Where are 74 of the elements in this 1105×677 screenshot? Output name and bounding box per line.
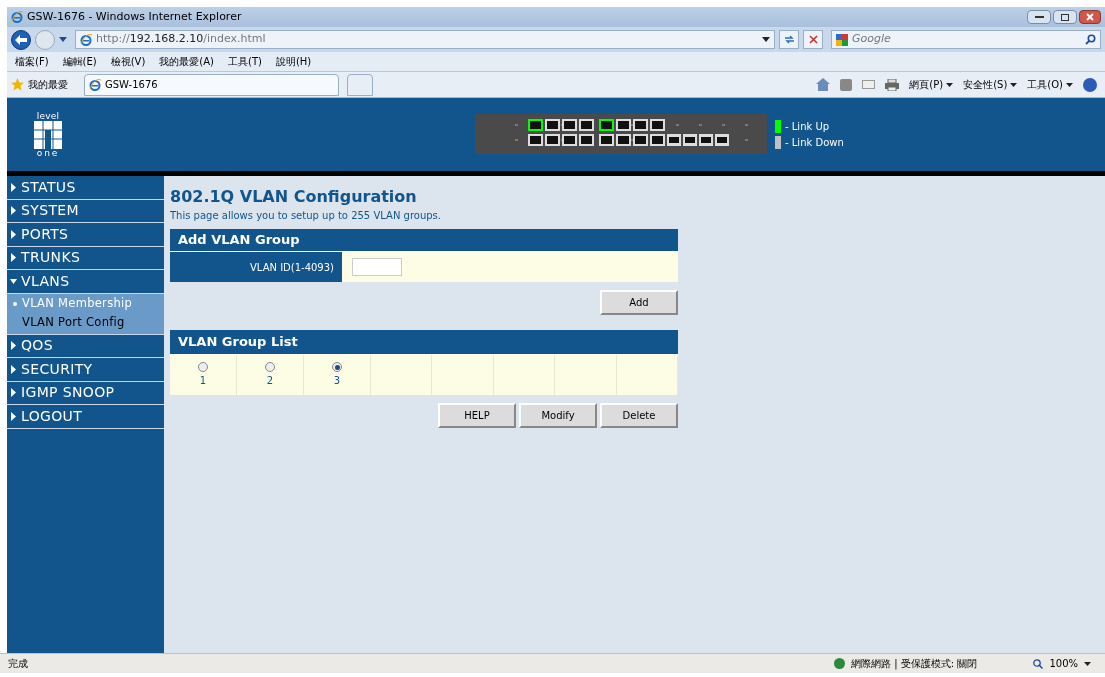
group-number: 3 [333, 374, 341, 388]
search-field[interactable]: Google [831, 30, 1101, 49]
group-number: 1 [199, 374, 207, 388]
url-text: http://192.168.2.10/index.html [96, 31, 266, 48]
menu-item[interactable]: 檔案(F) [15, 54, 49, 69]
zoom-icon[interactable] [1033, 658, 1044, 669]
add-button[interactable]: Add [600, 290, 678, 315]
menu-item[interactable]: 說明(H) [275, 54, 312, 69]
page-title: 802.1Q VLAN Configuration [170, 186, 418, 208]
caret-icon [10, 388, 17, 398]
bullet-icon [13, 302, 17, 306]
command-menu[interactable]: 安全性(S) [963, 77, 1008, 92]
address-field[interactable]: http://192.168.2.10/index.html [75, 30, 775, 49]
vlan-id-input[interactable] [352, 258, 402, 276]
menu-item[interactable]: 工具(T) [228, 54, 262, 69]
logo: level one [33, 111, 63, 158]
radio-button[interactable] [332, 362, 342, 372]
close-icon [1086, 13, 1094, 21]
caret-icon [10, 182, 17, 192]
caret-icon [10, 411, 17, 421]
caret-icon[interactable] [1066, 82, 1073, 87]
field-label: VLAN ID(1-4093) [170, 252, 342, 282]
caret-icon [10, 341, 17, 351]
browser-logo-icon [80, 33, 92, 46]
caret-icon[interactable] [1084, 661, 1091, 666]
browser-tab[interactable]: GSW-1676 [84, 73, 339, 96]
close-button[interactable] [1079, 10, 1101, 24]
zoom-level[interactable]: 100% [1049, 656, 1078, 671]
minimize-button[interactable] [1027, 10, 1051, 24]
refresh-icon [783, 35, 795, 44]
home-icon[interactable] [816, 78, 831, 91]
security-zone: 網際網路 | 受保護模式: 關閉 [851, 657, 978, 671]
caret-icon [10, 253, 17, 263]
page-description: This page allows you to setup up to 255 VLAN groups. [170, 209, 442, 223]
caret-icon [10, 206, 17, 216]
browser-logo-icon [11, 11, 23, 23]
command-menu[interactable]: 工具(O) [1027, 77, 1063, 92]
sidebar-subitem[interactable]: VLAN Port Config [7, 313, 164, 333]
search-input[interactable]: Google [852, 31, 1081, 48]
dropdown-caret-icon[interactable] [762, 37, 770, 42]
restore-button[interactable] [1053, 10, 1077, 24]
status-text: 完成 [8, 657, 28, 671]
caret-icon [10, 229, 17, 239]
back-button[interactable] [11, 29, 31, 50]
command-menu[interactable]: 網頁(P) [909, 77, 944, 92]
favorites-button[interactable]: 我的最愛 [28, 77, 68, 92]
section-header: VLAN Group List [170, 330, 678, 355]
radio-button[interactable] [265, 362, 275, 372]
window-title: GSW-1676 - Windows Internet Explorer [27, 8, 242, 25]
print-icon[interactable] [885, 78, 900, 91]
group-number: 2 [266, 374, 274, 388]
menu-item[interactable]: 檢視(V) [110, 54, 146, 69]
radio-button[interactable] [198, 362, 208, 372]
menu-item[interactable]: 我的最愛(A) [159, 54, 214, 69]
stop-button[interactable] [803, 30, 823, 49]
back-arrow-icon [15, 34, 27, 45]
search-icon[interactable] [1085, 34, 1096, 45]
action-button[interactable]: HELP [438, 403, 516, 428]
action-button[interactable]: Delete [600, 403, 678, 428]
search-provider-icon [836, 33, 848, 46]
refresh-button[interactable] [779, 30, 799, 49]
legend-label: - Link Up [785, 120, 830, 134]
legend-label: - Link Down [785, 136, 844, 150]
dropdown-caret-icon[interactable] [59, 37, 67, 42]
menu-item[interactable]: 編輯(E) [62, 54, 97, 69]
star-icon[interactable] [11, 78, 24, 91]
caret-icon[interactable] [1010, 82, 1018, 87]
action-button[interactable]: Modify [519, 403, 597, 428]
caret-icon [10, 276, 17, 286]
section-header: Add VLAN Group [170, 229, 678, 252]
caret-icon [10, 364, 17, 374]
close-icon [808, 35, 818, 44]
caret-icon[interactable] [946, 82, 954, 87]
browser-logo-icon [89, 78, 101, 91]
